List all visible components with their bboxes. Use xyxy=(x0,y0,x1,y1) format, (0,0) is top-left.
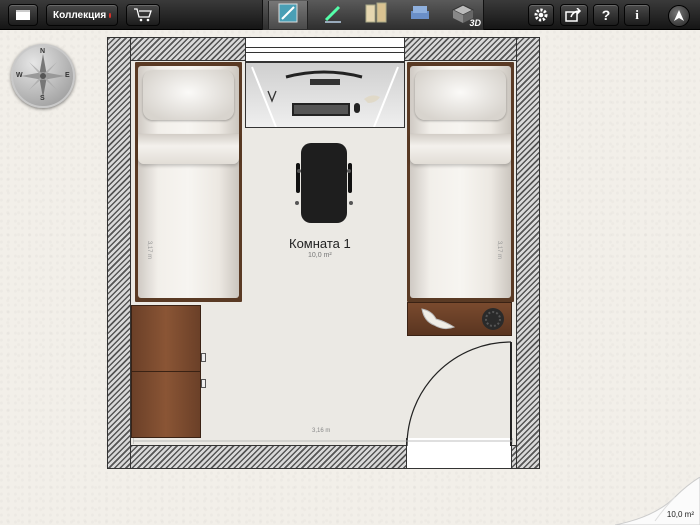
collection-button[interactable]: Коллекция xyxy=(46,4,118,26)
chair-icon xyxy=(295,143,353,223)
info-icon: i xyxy=(635,7,639,22)
help-icon: ? xyxy=(601,7,611,23)
wall-left[interactable] xyxy=(107,37,131,469)
navigation-arrow-icon xyxy=(669,10,689,30)
room-mode-button[interactable] xyxy=(268,1,308,29)
cart-button[interactable] xyxy=(126,4,160,26)
dimension-line xyxy=(133,438,513,444)
help-button[interactable]: ? xyxy=(593,4,619,26)
3d-label: 3D xyxy=(469,18,481,28)
3d-view-mode-button[interactable]: 3D xyxy=(443,1,483,29)
compass[interactable]: N S E W xyxy=(11,44,75,108)
desk-items-icon xyxy=(251,66,399,127)
bottom-dimension-label: 3,16 m xyxy=(312,428,331,434)
compass-north: N xyxy=(40,48,46,55)
room-edit-icon xyxy=(277,2,299,29)
office-chair[interactable] xyxy=(295,141,353,227)
settings-button[interactable] xyxy=(528,4,554,26)
page-curl[interactable]: 10,0 m² xyxy=(615,477,700,525)
wardrobe-divider xyxy=(132,371,200,372)
compass-east: E xyxy=(65,72,70,79)
gear-icon xyxy=(533,7,549,23)
armchair-icon xyxy=(408,3,432,28)
doors-windows-mode-button[interactable] xyxy=(356,1,396,29)
shelf[interactable] xyxy=(407,302,512,336)
pencil-icon xyxy=(322,2,344,29)
bed-left-dimension: 3,17 m xyxy=(146,240,153,260)
mode-switcher: 3D xyxy=(262,0,484,30)
collection-label: Коллекция xyxy=(53,9,107,21)
bed-right-dimension: 3,17 m xyxy=(496,240,503,260)
desk[interactable] xyxy=(245,62,405,128)
top-toolbar: Коллекция 3D ? i xyxy=(0,0,700,30)
door-window-icon xyxy=(363,2,389,29)
room-name[interactable]: Комната 1 xyxy=(289,236,351,251)
wardrobe[interactable] xyxy=(131,305,206,438)
room-area: 10,0 m² xyxy=(308,252,332,259)
wall-right[interactable] xyxy=(516,37,540,469)
bed-right[interactable] xyxy=(407,62,514,302)
pillow xyxy=(415,70,506,120)
shelf-items-icon xyxy=(421,308,504,330)
share-button[interactable] xyxy=(560,4,588,26)
blanket xyxy=(410,134,511,164)
pillow xyxy=(143,70,234,120)
compass-south: S xyxy=(40,95,45,102)
wardrobe-handle xyxy=(201,379,206,388)
menu-button[interactable] xyxy=(8,4,38,26)
navigation-button[interactable] xyxy=(668,5,690,27)
info-button[interactable]: i xyxy=(624,4,650,26)
total-area: 10,0 m² xyxy=(666,510,694,519)
window[interactable] xyxy=(245,37,405,62)
furniture-mode-button[interactable] xyxy=(400,1,440,29)
notification-dot xyxy=(109,12,111,18)
folder-icon xyxy=(15,9,31,21)
share-icon xyxy=(565,8,583,22)
wardrobe-handle xyxy=(201,353,206,362)
cart-icon xyxy=(133,8,153,22)
compass-west: W xyxy=(16,72,23,79)
bed-left[interactable] xyxy=(135,62,242,302)
blanket xyxy=(138,134,239,164)
door-swing[interactable] xyxy=(405,338,517,450)
wall-draw-mode-button[interactable] xyxy=(313,1,353,29)
